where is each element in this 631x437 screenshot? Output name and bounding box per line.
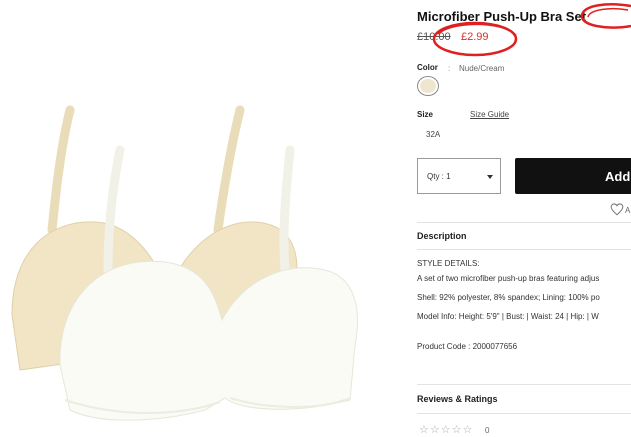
divider bbox=[417, 222, 631, 223]
product-info-panel: Microfiber Push-Up Bra Set £10.00 £2.99 … bbox=[417, 0, 631, 437]
color-separator: : bbox=[448, 64, 451, 73]
color-label: Color bbox=[417, 63, 438, 72]
add-to-bag-button[interactable]: Add bbox=[515, 158, 631, 194]
product-code: Product Code : 2000077656 bbox=[417, 342, 518, 351]
original-price: £10.00 bbox=[417, 31, 451, 43]
quantity-select[interactable]: Qty : 1 bbox=[417, 158, 501, 194]
size-guide-link[interactable]: Size Guide bbox=[470, 110, 509, 119]
product-title: Microfiber Push-Up Bra Set bbox=[417, 9, 587, 24]
divider bbox=[417, 249, 631, 250]
wishlist-label[interactable]: A bbox=[625, 206, 630, 215]
swatch-fill bbox=[420, 79, 436, 93]
review-count: 0 bbox=[485, 426, 490, 435]
chevron-down-icon bbox=[487, 175, 493, 179]
description-heading[interactable]: Description bbox=[417, 231, 467, 241]
sale-price: £2.99 bbox=[461, 31, 489, 43]
color-swatch[interactable] bbox=[417, 76, 439, 96]
add-button-label: Add bbox=[605, 169, 631, 184]
divider bbox=[417, 384, 631, 385]
divider bbox=[417, 413, 631, 414]
product-image bbox=[11, 105, 358, 421]
size-option-32a[interactable]: 32A bbox=[426, 130, 440, 139]
quantity-label: Qty : 1 bbox=[427, 172, 451, 181]
star-rating: ☆☆☆☆☆ bbox=[419, 424, 474, 436]
color-value: Nude/Cream bbox=[459, 64, 505, 73]
description-line: A set of two microfiber push-up bras fea… bbox=[417, 274, 600, 283]
size-label: Size bbox=[417, 110, 434, 119]
heart-icon[interactable] bbox=[610, 203, 624, 216]
reviews-heading[interactable]: Reviews & Ratings bbox=[417, 394, 498, 404]
description-line: Model Info: Height: 5'9" | Bust: | Waist… bbox=[417, 312, 599, 321]
description-line: STYLE DETAILS: bbox=[417, 259, 480, 268]
description-line: Shell: 92% polyester, 8% spandex; Lining… bbox=[417, 293, 600, 302]
